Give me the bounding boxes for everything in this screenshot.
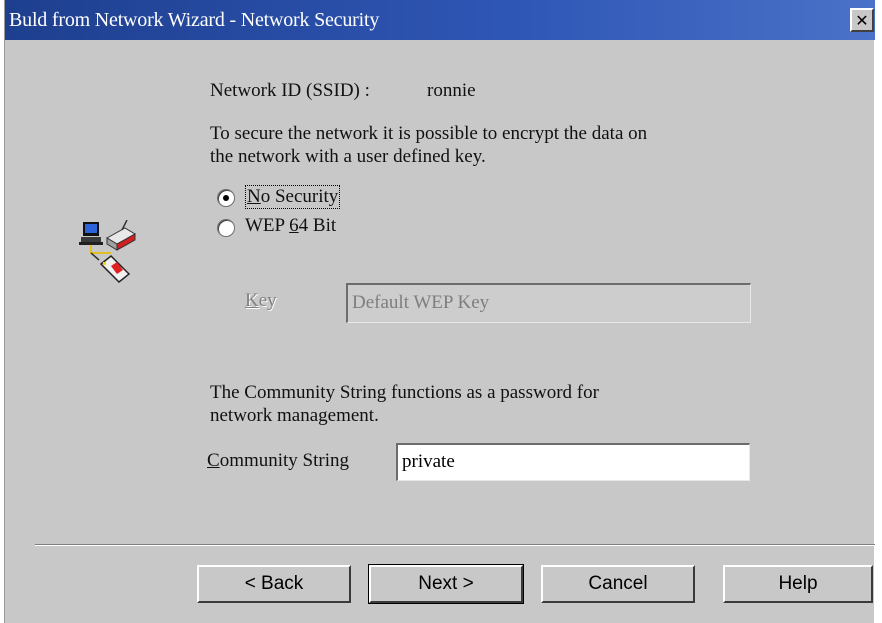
radio-no-security-label: No Security	[245, 185, 341, 209]
separator-highlight	[35, 545, 875, 546]
radio-no-security-indicator[interactable]	[217, 189, 235, 207]
ssid-label: Network ID (SSID) :	[210, 80, 370, 101]
key-label: Key	[245, 290, 277, 311]
close-icon: ✕	[855, 10, 869, 30]
key-input-value: Default WEP Key	[352, 292, 490, 313]
radio-wep-64[interactable]: WEP 64 Bit	[217, 215, 417, 241]
community-string-label: Community String	[207, 450, 350, 471]
community-string-input[interactable]: private	[396, 443, 750, 481]
title-bar[interactable]: Buld from Network Wizard - Network Secur…	[5, 0, 875, 40]
close-button[interactable]: ✕	[850, 8, 874, 32]
back-button[interactable]: < Back	[197, 565, 351, 603]
network-computer-icon	[79, 220, 136, 284]
window-title: Buld from Network Wizard - Network Secur…	[9, 9, 380, 31]
ssid-value: ronnie	[427, 80, 476, 101]
radio-wep-64-label: WEP 64 Bit	[245, 215, 337, 236]
help-button[interactable]: Help	[723, 565, 873, 603]
next-button[interactable]: Next >	[368, 564, 524, 604]
radio-no-security[interactable]: No Security	[217, 185, 417, 211]
cancel-button[interactable]: Cancel	[541, 565, 695, 603]
wizard-dialog: Buld from Network Wizard - Network Secur…	[4, 0, 875, 623]
radio-wep-64-indicator[interactable]	[217, 219, 235, 237]
encryption-description-line1: To secure the network it is possible to …	[210, 123, 648, 144]
key-input[interactable]: Default WEP Key	[346, 283, 751, 323]
community-string-value: private	[402, 451, 455, 472]
community-description-line2: network management.	[210, 405, 379, 426]
community-description-line1: The Community String functions as a pass…	[210, 382, 599, 403]
encryption-description-line2: the network with a user defined key.	[210, 146, 486, 167]
